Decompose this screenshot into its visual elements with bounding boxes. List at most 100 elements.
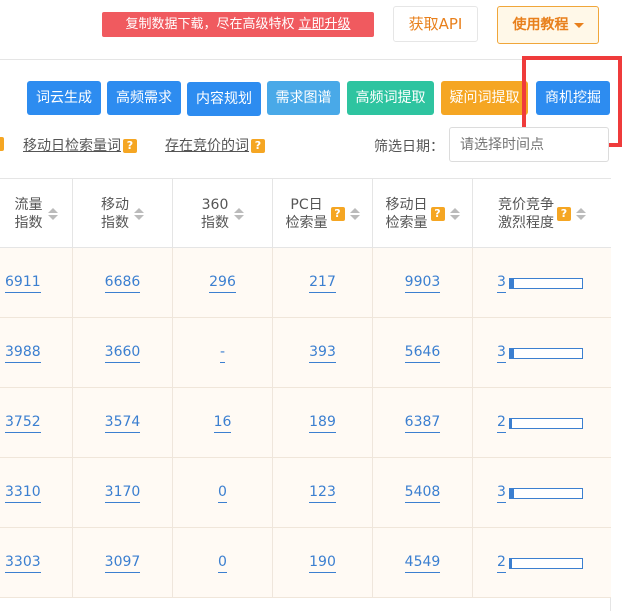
table-row: 6911 6686 296 217 9903 3 (0, 248, 611, 318)
competition-cell: 3 (473, 458, 611, 528)
traffic-index-cell: 3752 (0, 388, 73, 458)
index-360-cell: 296 (173, 248, 273, 318)
column-mobile-index[interactable]: 移动 指数 (73, 179, 173, 248)
help-icon[interactable]: ? (330, 206, 345, 221)
help-icon[interactable]: ? (557, 206, 571, 221)
table-row: 3310 3170 0 123 5408 3 (0, 458, 611, 528)
mobile-search-link[interactable]: 9903 (404, 274, 441, 293)
sort-icon[interactable] (349, 207, 360, 220)
mobile-index-cell: 3170 (73, 458, 173, 528)
mobile-search-cell: 6387 (373, 388, 473, 458)
help-icon[interactable]: ? (123, 139, 137, 153)
index-360-link[interactable]: 0 (218, 484, 227, 503)
wordcloud-button[interactable]: 词云生成 (27, 81, 101, 115)
mobile-search-cell: 5646 (373, 318, 473, 388)
index-360-link[interactable]: 16 (213, 414, 232, 433)
promo-text: 复制数据下载，尽在高级特权 (125, 17, 295, 32)
traffic-index-cell: 3303 (0, 528, 73, 598)
upgrade-promo-banner[interactable]: 复制数据下载，尽在高级特权 立即升级 (102, 12, 374, 37)
competition-bar-fill (509, 558, 513, 568)
index-360-cell: 0 (173, 528, 273, 598)
mobile-search-link[interactable]: 5646 (404, 344, 441, 363)
competition-level[interactable]: 3 (497, 484, 583, 503)
competition-bar (508, 347, 583, 359)
competition-bar (508, 277, 583, 289)
index-360-link[interactable]: 0 (218, 554, 227, 573)
mobile-index-cell: 3660 (73, 318, 173, 388)
high-frequency-word-button[interactable]: 高频词提取 (347, 81, 434, 115)
column-mobile-daily-search[interactable]: 移动日 检索量 ? (373, 179, 473, 248)
competition-level[interactable]: 3 (497, 344, 583, 363)
table-header: 流量 指数 移动 指数 360 指数 PC日 检索量 ? 移动日 检索量 ? 竞价竞争 激烈… (0, 179, 611, 248)
mobile-search-link[interactable]: 6387 (404, 414, 441, 433)
mobile-search-cell: 5408 (373, 458, 473, 528)
get-api-button[interactable]: 获取API (393, 6, 478, 42)
pc-search-link[interactable]: 393 (309, 344, 336, 363)
table-row: 3303 3097 0 190 4549 2 (0, 528, 611, 598)
mobile-index-link[interactable]: 3170 (104, 484, 141, 503)
index-360-link[interactable]: 296 (209, 274, 236, 293)
competition-bar (508, 417, 583, 429)
high-frequency-demand-button[interactable]: 高频需求 (107, 81, 181, 115)
column-360-index[interactable]: 360 指数 (173, 179, 273, 248)
traffic-index-link[interactable]: 6911 (5, 274, 41, 293)
competition-level[interactable]: 2 (497, 414, 583, 433)
competition-value[interactable]: 2 (497, 414, 506, 433)
help-icon[interactable]: ? (251, 139, 265, 153)
column-traffic-index[interactable]: 流量 指数 (0, 179, 73, 248)
competition-value[interactable]: 3 (497, 484, 506, 503)
pc-search-link[interactable]: 217 (309, 274, 336, 293)
demand-graph-button[interactable]: 需求图谱 (267, 81, 340, 115)
competition-value[interactable]: 2 (497, 554, 506, 573)
index-360-cell: 16 (173, 388, 273, 458)
filter-bidding[interactable]: 存在竞价的词? (165, 135, 265, 155)
tutorial-dropdown-button[interactable]: 使用教程 (497, 6, 599, 44)
traffic-index-link[interactable]: 3988 (5, 344, 41, 363)
competition-bar-fill (509, 488, 514, 498)
competition-bar (508, 557, 583, 569)
traffic-index-link[interactable]: 3310 (5, 484, 41, 503)
table-row: 3752 3574 16 189 6387 2 (0, 388, 611, 458)
sort-icon[interactable] (449, 207, 460, 220)
pc-search-cell: 393 (273, 318, 373, 388)
column-pc-daily-search[interactable]: PC日 检索量 ? (273, 179, 373, 248)
sort-icon[interactable] (234, 207, 244, 220)
sort-icon[interactable] (134, 207, 144, 220)
tutorial-label: 使用教程 (512, 17, 569, 33)
mobile-index-link[interactable]: 3660 (104, 344, 141, 363)
traffic-index-link[interactable]: 3303 (5, 554, 41, 573)
date-picker-input[interactable] (449, 127, 609, 162)
help-icon[interactable]: ? (430, 206, 445, 221)
column-bid-competition[interactable]: 竞价竞争 激烈程度 ? (473, 179, 611, 248)
competition-cell: 3 (473, 318, 611, 388)
index-360-cell: - (173, 318, 273, 388)
mobile-index-link[interactable]: 3574 (104, 414, 141, 433)
pc-search-link[interactable]: 123 (309, 484, 336, 503)
competition-bar (508, 487, 583, 499)
sort-icon[interactable] (47, 207, 58, 220)
competition-value[interactable]: 3 (497, 344, 506, 363)
competition-level[interactable]: 3 (497, 274, 583, 293)
upgrade-now-link[interactable]: 立即升级 (299, 17, 351, 32)
traffic-index-link[interactable]: 3752 (5, 414, 41, 433)
sort-icon[interactable] (576, 207, 586, 220)
mobile-index-cell: 3574 (73, 388, 173, 458)
competition-value[interactable]: 3 (497, 274, 506, 293)
mobile-index-cell: 6686 (73, 248, 173, 318)
mobile-index-link[interactable]: 3097 (104, 554, 141, 573)
mobile-index-link[interactable]: 6686 (104, 274, 141, 293)
table-row: 3988 3660 - 393 5646 3 (0, 318, 611, 388)
pc-search-link[interactable]: 189 (309, 414, 336, 433)
question-word-button[interactable]: 疑问词提取 (441, 81, 528, 115)
help-icon (0, 137, 4, 151)
mobile-search-link[interactable]: 5408 (404, 484, 441, 503)
competition-bar-fill (509, 418, 513, 428)
index-360-link[interactable]: - (219, 344, 226, 363)
filter-mobile-search[interactable]: 移动日检索量词? (23, 135, 137, 155)
pc-search-link[interactable]: 190 (309, 554, 336, 573)
keyword-table: 流量 指数 移动 指数 360 指数 PC日 检索量 ? 移动日 检索量 ? 竞价竞争 激烈… (0, 178, 611, 611)
traffic-index-cell: 6911 (0, 248, 73, 318)
content-planning-button[interactable]: 内容规划 (187, 82, 261, 116)
mobile-search-link[interactable]: 4549 (404, 554, 441, 573)
competition-level[interactable]: 2 (497, 554, 583, 573)
